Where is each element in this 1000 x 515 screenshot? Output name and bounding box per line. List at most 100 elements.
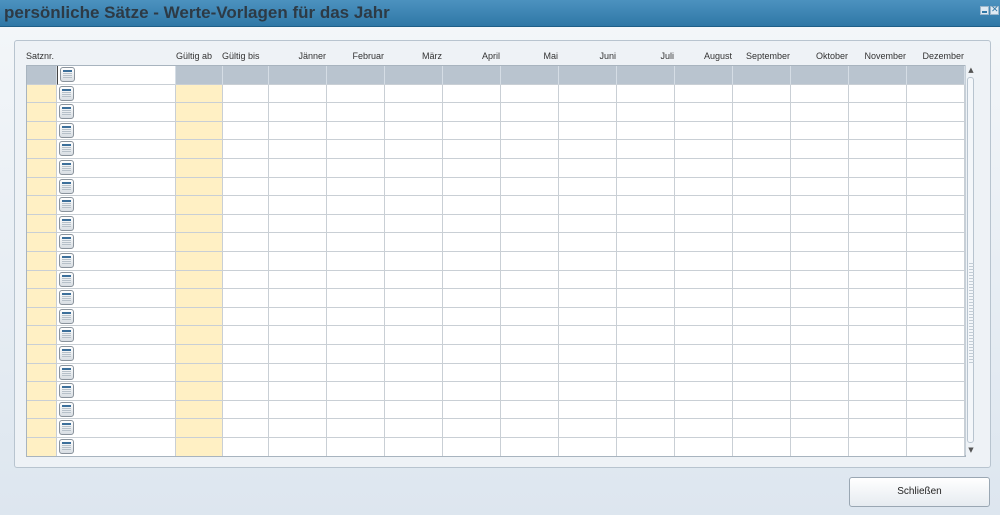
table-cell[interactable] <box>617 177 675 197</box>
table-cell[interactable] <box>791 177 849 197</box>
table-cell[interactable] <box>223 382 269 401</box>
table-row[interactable] <box>27 382 965 401</box>
table-cell[interactable] <box>849 159 907 178</box>
table-cell[interactable] <box>176 419 223 438</box>
table-row[interactable] <box>27 326 965 345</box>
table-cell[interactable] <box>501 345 559 364</box>
table-cell[interactable] <box>176 84 223 104</box>
table-cell[interactable] <box>27 419 57 438</box>
table-cell[interactable] <box>559 400 617 420</box>
table-cell[interactable] <box>791 214 849 234</box>
table-cell[interactable] <box>57 289 176 308</box>
table-cell[interactable] <box>675 438 733 456</box>
calendar-icon[interactable] <box>59 364 74 380</box>
table-cell[interactable] <box>675 382 733 401</box>
table-cell[interactable] <box>57 177 176 197</box>
table-cell[interactable] <box>559 345 617 364</box>
table-cell[interactable] <box>791 289 849 308</box>
table-cell[interactable] <box>223 289 269 308</box>
table-cell[interactable] <box>385 363 443 383</box>
table-cell[interactable] <box>27 103 57 122</box>
close-button[interactable]: Schließen <box>849 477 990 507</box>
table-cell[interactable] <box>327 307 385 327</box>
table-cell[interactable] <box>385 196 443 215</box>
calendar-icon[interactable] <box>59 234 74 250</box>
table-cell[interactable] <box>176 289 223 308</box>
calendar-icon[interactable] <box>59 85 74 101</box>
table-cell[interactable] <box>559 233 617 252</box>
table-cell[interactable] <box>559 326 617 345</box>
table-row[interactable] <box>27 140 965 159</box>
table-cell[interactable] <box>27 252 57 271</box>
table-cell[interactable] <box>27 121 57 141</box>
table-cell[interactable] <box>269 66 327 85</box>
table-cell[interactable] <box>849 121 907 141</box>
table-cell[interactable] <box>791 438 849 456</box>
table-cell[interactable] <box>559 289 617 308</box>
table-cell[interactable] <box>559 363 617 383</box>
table-cell[interactable] <box>27 363 57 383</box>
table-cell[interactable] <box>617 103 675 122</box>
table-cell[interactable] <box>501 289 559 308</box>
table-cell[interactable] <box>57 140 176 159</box>
table-cell[interactable] <box>791 66 849 85</box>
table-cell[interactable] <box>733 84 791 104</box>
calendar-icon[interactable] <box>59 178 74 194</box>
table-cell[interactable] <box>327 84 385 104</box>
table-cell[interactable] <box>176 196 223 215</box>
table-cell[interactable] <box>849 252 907 271</box>
table-cell[interactable] <box>791 307 849 327</box>
table-cell[interactable] <box>907 140 965 159</box>
table-cell[interactable] <box>327 103 385 122</box>
table-cell[interactable] <box>675 307 733 327</box>
table-cell[interactable] <box>57 196 176 215</box>
calendar-icon[interactable] <box>59 271 74 287</box>
scroll-down-icon[interactable]: ▼ <box>966 445 976 455</box>
table-cell[interactable] <box>223 438 269 456</box>
table-cell[interactable] <box>617 214 675 234</box>
table-cell[interactable] <box>443 233 501 252</box>
table-cell[interactable] <box>385 159 443 178</box>
table-cell[interactable] <box>733 400 791 420</box>
calendar-icon[interactable] <box>59 401 74 417</box>
table-cell[interactable] <box>733 196 791 215</box>
vertical-scrollbar[interactable]: ▲ ▼ <box>965 65 976 455</box>
table-cell[interactable] <box>733 345 791 364</box>
table-cell[interactable] <box>791 326 849 345</box>
table-cell[interactable] <box>849 233 907 252</box>
table-cell[interactable] <box>223 140 269 159</box>
calendar-icon[interactable] <box>59 253 74 268</box>
table-cell[interactable] <box>791 419 849 438</box>
table-cell[interactable] <box>443 214 501 234</box>
table-cell[interactable] <box>27 196 57 215</box>
table-cell[interactable] <box>223 345 269 364</box>
table-cell[interactable] <box>907 419 965 438</box>
table-cell[interactable] <box>443 103 501 122</box>
table-cell[interactable] <box>849 103 907 122</box>
table-cell[interactable] <box>443 326 501 345</box>
table-cell[interactable] <box>385 214 443 234</box>
table-cell[interactable] <box>57 214 176 234</box>
table-cell[interactable] <box>675 345 733 364</box>
table-cell[interactable] <box>559 438 617 456</box>
table-cell[interactable] <box>559 121 617 141</box>
table-cell[interactable] <box>327 400 385 420</box>
table-cell[interactable] <box>675 121 733 141</box>
table-cell[interactable] <box>385 289 443 308</box>
table-cell[interactable] <box>269 382 327 401</box>
table-cell[interactable] <box>176 177 223 197</box>
table-row[interactable] <box>27 103 965 122</box>
table-row[interactable] <box>27 177 965 197</box>
table-cell[interactable] <box>791 252 849 271</box>
table-cell[interactable] <box>559 103 617 122</box>
table-cell[interactable] <box>269 400 327 420</box>
table-cell[interactable] <box>27 84 57 104</box>
table-cell[interactable] <box>27 214 57 234</box>
table-cell[interactable] <box>791 400 849 420</box>
table-cell[interactable] <box>443 345 501 364</box>
table-cell[interactable] <box>501 84 559 104</box>
table-cell[interactable] <box>733 103 791 122</box>
table-row[interactable] <box>27 214 965 234</box>
table-cell[interactable] <box>675 289 733 308</box>
table-cell[interactable] <box>907 214 965 234</box>
